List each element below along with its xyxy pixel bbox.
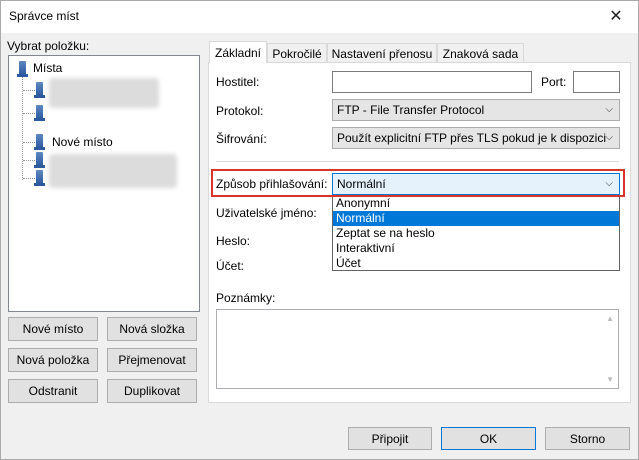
tree-connector xyxy=(23,90,37,91)
ok-button[interactable]: OK xyxy=(441,427,536,450)
scroll-down-icon: ▼ xyxy=(606,375,614,384)
tree-connector xyxy=(23,142,37,143)
cancel-button[interactable]: Storno xyxy=(545,427,630,450)
server-icon xyxy=(34,105,45,121)
new-site-button[interactable]: Nové místo xyxy=(8,317,98,341)
logon-option-interactive[interactable]: Interaktivní xyxy=(333,241,619,256)
logon-option-normal[interactable]: Normální xyxy=(333,211,619,226)
rename-button[interactable]: Přejmenovat xyxy=(107,348,197,372)
server-icon xyxy=(34,170,45,186)
logon-type-dropdown[interactable]: Anonymní Normální Zeptat se na heslo Int… xyxy=(332,195,620,271)
connect-button[interactable]: Připojit xyxy=(348,427,432,450)
logon-option-account[interactable]: Účet xyxy=(333,256,619,271)
protocol-value: FTP - File Transfer Protocol xyxy=(337,103,485,117)
server-icon xyxy=(34,134,45,150)
notes-label: Poznámky: xyxy=(216,291,276,305)
tab-transfer-settings[interactable]: Nastavení přenosu xyxy=(327,43,437,63)
protocol-label: Protokol: xyxy=(216,104,264,118)
select-entry-label: Vybrat položku: xyxy=(7,39,90,53)
new-item-button[interactable]: Nová položka xyxy=(8,348,98,372)
logon-option-ask-password[interactable]: Zeptat se na heslo xyxy=(333,226,619,241)
server-icon xyxy=(34,152,45,168)
encryption-value: Použít explicitní FTP přes TLS pokud je … xyxy=(337,131,607,145)
port-label: Port: xyxy=(541,75,567,89)
host-label: Hostitel: xyxy=(216,75,260,89)
encryption-label: Šifrování: xyxy=(216,132,267,146)
tab-charset[interactable]: Znaková sada xyxy=(437,43,524,63)
user-label: Uživatelské jméno: xyxy=(216,206,317,220)
tree-item-redacted[interactable] xyxy=(49,78,159,108)
tree-connector xyxy=(22,72,23,180)
scroll-up-icon: ▲ xyxy=(606,314,614,323)
tree-item-label[interactable]: Nové místo xyxy=(52,135,113,149)
duplicate-button[interactable]: Duplikovat xyxy=(107,379,197,403)
title-bar: Správce míst ✕ xyxy=(1,1,638,33)
site-tree[interactable]: Místa Nové místo xyxy=(8,55,200,312)
new-folder-button[interactable]: Nová složka xyxy=(107,317,197,341)
account-label: Účet: xyxy=(216,259,245,273)
delete-button[interactable]: Odstranit xyxy=(8,379,98,403)
host-input[interactable] xyxy=(332,71,532,93)
window-title: Správce míst xyxy=(9,9,80,23)
protocol-select[interactable]: FTP - File Transfer Protocol ⌵ xyxy=(332,99,620,121)
tree-item-redacted[interactable] xyxy=(49,154,177,188)
notes-textarea[interactable]: ▲ ▼ xyxy=(216,309,619,389)
close-icon[interactable]: ✕ xyxy=(594,1,638,31)
logon-option-anonymous[interactable]: Anonymní xyxy=(333,196,619,211)
chevron-down-icon: ⌵ xyxy=(605,104,613,115)
separator xyxy=(216,161,619,162)
server-icon xyxy=(34,82,45,98)
site-manager-window: Správce míst ✕ Vybrat položku: Místa Nov… xyxy=(0,0,639,460)
tab-general[interactable]: Základní xyxy=(209,41,267,63)
encryption-select[interactable]: Použít explicitní FTP přes TLS pokud je … xyxy=(332,127,620,149)
tree-connector xyxy=(23,160,37,161)
tree-connector xyxy=(23,178,37,179)
tab-advanced[interactable]: Pokročilé xyxy=(267,43,327,63)
password-label: Heslo: xyxy=(216,234,251,248)
port-input[interactable] xyxy=(573,71,620,93)
tree-root-label[interactable]: Místa xyxy=(33,61,62,75)
highlight-box xyxy=(211,169,625,197)
chevron-down-icon: ⌵ xyxy=(605,132,613,143)
server-folder-icon xyxy=(17,61,28,77)
tree-connector xyxy=(23,113,37,114)
